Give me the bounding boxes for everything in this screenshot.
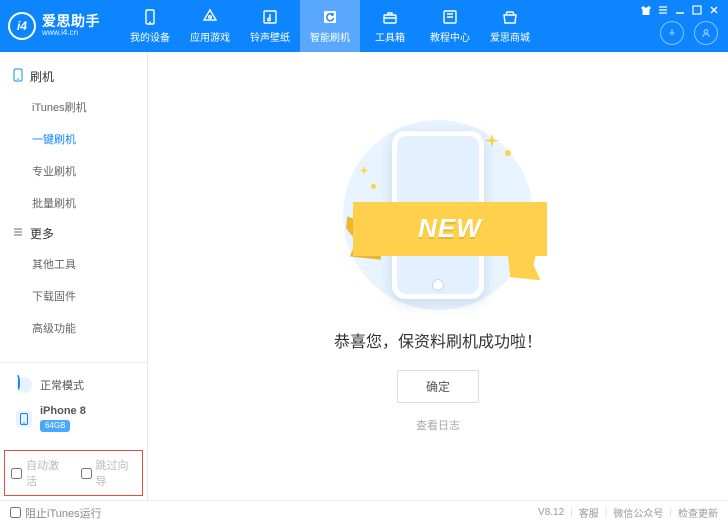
footer: 阻止iTunes运行 V8.12 | 客服 | 微信公众号 | 检查更新 [0, 500, 728, 524]
nav-book[interactable]: 教程中心 [420, 0, 480, 52]
sidebar-item[interactable]: 其他工具 [0, 248, 147, 280]
chk-skip-label: 跳过向导 [96, 457, 137, 489]
refresh-icon [321, 8, 339, 26]
nav-store[interactable]: 爱思商城 [480, 0, 540, 52]
nav-label: 铃声壁纸 [250, 29, 290, 44]
chk-block-label: 阻止iTunes运行 [25, 505, 102, 521]
sidebar-item[interactable]: 批量刷机 [0, 187, 147, 219]
device-chip[interactable]: iPhone 8 64GB [8, 399, 139, 438]
view-log-link[interactable]: 查看日志 [416, 417, 460, 433]
sidebar-item[interactable]: 下载固件 [0, 280, 147, 312]
chk-auto-activate[interactable]: 自动激活 [11, 457, 67, 489]
ok-button[interactable]: 确定 [397, 370, 479, 403]
spinner-icon [16, 377, 32, 393]
title-bar: i4 爱思助手 www.i4.cn 我的设备 应用游戏 铃声壁纸 智能刷机 工具箱 教程中… [0, 0, 728, 52]
account-icon[interactable] [694, 21, 718, 45]
content: NEW 恭喜您，保资料刷机成功啦！ 确定 查看日志 [148, 52, 728, 500]
sidebar-head: 刷机 [0, 62, 147, 91]
device-name: iPhone 8 [40, 405, 86, 418]
toolbox-icon [381, 8, 399, 26]
download-icon[interactable] [660, 21, 684, 45]
app-site: www.i4.cn [42, 29, 100, 38]
more-icon [12, 226, 24, 241]
nav-label: 工具箱 [375, 29, 405, 44]
nav-music[interactable]: 铃声壁纸 [240, 0, 300, 52]
nav-toolbox[interactable]: 工具箱 [360, 0, 420, 52]
chk-block-itunes[interactable]: 阻止iTunes运行 [10, 505, 102, 521]
store-icon [501, 8, 519, 26]
app-title: 爱思助手 [42, 14, 100, 29]
sidebar-head-label: 更多 [30, 225, 54, 242]
highlight-box: 自动激活 跳过向导 [4, 450, 143, 496]
nav-label: 教程中心 [430, 29, 470, 44]
main-nav: 我的设备 应用游戏 铃声壁纸 智能刷机 工具箱 教程中心 爱思商城 [120, 0, 540, 52]
chk-auto-label: 自动激活 [26, 457, 67, 489]
success-text: 恭喜您，保资料刷机成功啦！ [334, 328, 542, 352]
nav-apps[interactable]: 应用游戏 [180, 0, 240, 52]
window-controls [640, 4, 720, 16]
sidebar-head: 更多 [0, 219, 147, 248]
mode-label: 正常模式 [40, 377, 84, 393]
book-icon [441, 8, 459, 26]
kefu-link[interactable]: 客服 [579, 505, 599, 520]
main-area: NEW 恭喜您，保资料刷机成功啦！ 确定 查看日志 [148, 52, 728, 500]
mode-chip[interactable]: 正常模式 [8, 371, 139, 399]
ribbon-new: NEW [353, 202, 547, 256]
dot-icon [371, 184, 376, 189]
storage-badge: 64GB [40, 420, 70, 432]
chk-skip-wizard[interactable]: 跳过向导 [81, 457, 137, 489]
nav-refresh[interactable]: 智能刷机 [300, 0, 360, 52]
body: 刷机 iTunes刷机一键刷机专业刷机批量刷机更多其他工具下载固件高级功能 正常模… [0, 52, 728, 500]
device-icon [12, 68, 24, 85]
nav-phone[interactable]: 我的设备 [120, 0, 180, 52]
menu-icon[interactable] [657, 4, 669, 16]
sidebar-head-label: 刷机 [30, 68, 54, 85]
sparkle-icon [485, 134, 499, 148]
sidebar-item[interactable]: 专业刷机 [0, 155, 147, 187]
sparkle-icon [359, 166, 369, 176]
dot-icon [505, 150, 511, 156]
sidebar-item[interactable]: 一键刷机 [0, 123, 147, 155]
sidebar-item[interactable]: 高级功能 [0, 312, 147, 344]
shirt-icon[interactable] [640, 4, 652, 16]
music-icon [261, 8, 279, 26]
apps-icon [201, 8, 219, 26]
close-icon[interactable] [708, 4, 720, 16]
sidebar-bottom: 正常模式 iPhone 8 64GB [0, 362, 147, 446]
header-right [660, 21, 718, 45]
sidebar-item[interactable]: iTunes刷机 [0, 91, 147, 123]
sidebar-scroll: 刷机 iTunes刷机一键刷机专业刷机批量刷机更多其他工具下载固件高级功能 [0, 52, 147, 362]
logo-badge-icon: i4 [8, 12, 36, 40]
sidebar: 刷机 iTunes刷机一键刷机专业刷机批量刷机更多其他工具下载固件高级功能 正常模… [0, 52, 148, 500]
nav-label: 我的设备 [130, 29, 170, 44]
maximize-icon[interactable] [691, 4, 703, 16]
phone-icon [16, 411, 32, 427]
wechat-link[interactable]: 微信公众号 [613, 505, 663, 520]
nav-label: 智能刷机 [310, 29, 350, 44]
app-window: i4 爱思助手 www.i4.cn 我的设备 应用游戏 铃声壁纸 智能刷机 工具箱 教程中… [0, 0, 728, 524]
version-label: V8.12 [538, 507, 564, 518]
update-link[interactable]: 检查更新 [678, 505, 718, 520]
nav-label: 爱思商城 [490, 29, 530, 44]
phone-icon [141, 8, 159, 26]
nav-label: 应用游戏 [190, 29, 230, 44]
minimize-icon[interactable] [674, 4, 686, 16]
success-illustration: NEW [343, 120, 533, 310]
app-logo: i4 爱思助手 www.i4.cn [8, 12, 100, 40]
